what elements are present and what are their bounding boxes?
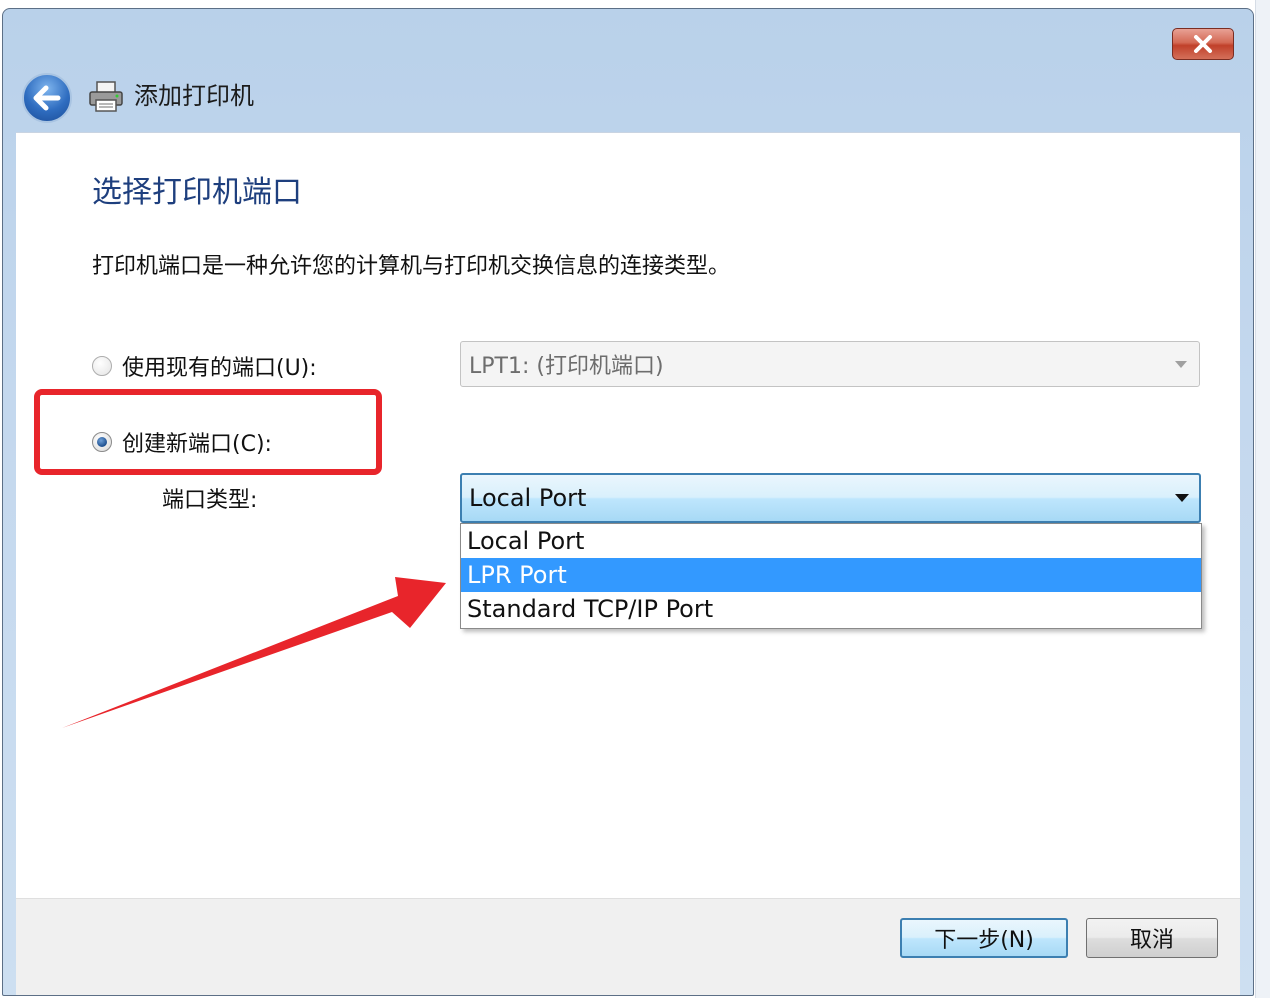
cancel-button[interactable]: 取消 bbox=[1086, 918, 1218, 958]
port-type-select[interactable]: Local Port bbox=[460, 473, 1201, 523]
back-arrow-icon bbox=[33, 85, 61, 111]
use-existing-port-option[interactable]: 使用现有的端口(U): bbox=[92, 350, 317, 382]
dropdown-option-standard-tcpip-port[interactable]: Standard TCP/IP Port bbox=[461, 592, 1201, 626]
background-edge bbox=[1255, 0, 1270, 998]
port-type-value: Local Port bbox=[469, 484, 587, 512]
close-icon bbox=[1194, 35, 1212, 53]
port-type-dropdown-list: Local Port LPR Port Standard TCP/IP Port bbox=[460, 523, 1202, 629]
chevron-down-icon bbox=[1175, 494, 1189, 502]
close-button[interactable] bbox=[1172, 28, 1234, 60]
use-existing-port-label: 使用现有的端口(U): bbox=[122, 356, 317, 381]
printer-icon bbox=[89, 81, 123, 112]
page-description: 打印机端口是一种允许您的计算机与打印机交换信息的连接类型。 bbox=[92, 254, 731, 279]
existing-port-value: LPT1: (打印机端口) bbox=[469, 354, 664, 379]
next-button[interactable]: 下一步(N) bbox=[900, 918, 1068, 958]
port-type-label: 端口类型: bbox=[162, 488, 258, 513]
dropdown-option-local-port[interactable]: Local Port bbox=[461, 524, 1201, 558]
existing-port-select[interactable]: LPT1: (打印机端口) bbox=[460, 341, 1200, 387]
annotation-highlight-box bbox=[34, 389, 382, 475]
page-heading: 选择打印机端口 bbox=[92, 175, 302, 210]
chevron-down-icon bbox=[1175, 361, 1187, 368]
use-existing-port-radio[interactable] bbox=[92, 356, 112, 376]
window-title: 添加打印机 bbox=[134, 82, 254, 110]
back-button[interactable] bbox=[22, 73, 72, 123]
dropdown-option-lpr-port[interactable]: LPR Port bbox=[461, 558, 1201, 592]
